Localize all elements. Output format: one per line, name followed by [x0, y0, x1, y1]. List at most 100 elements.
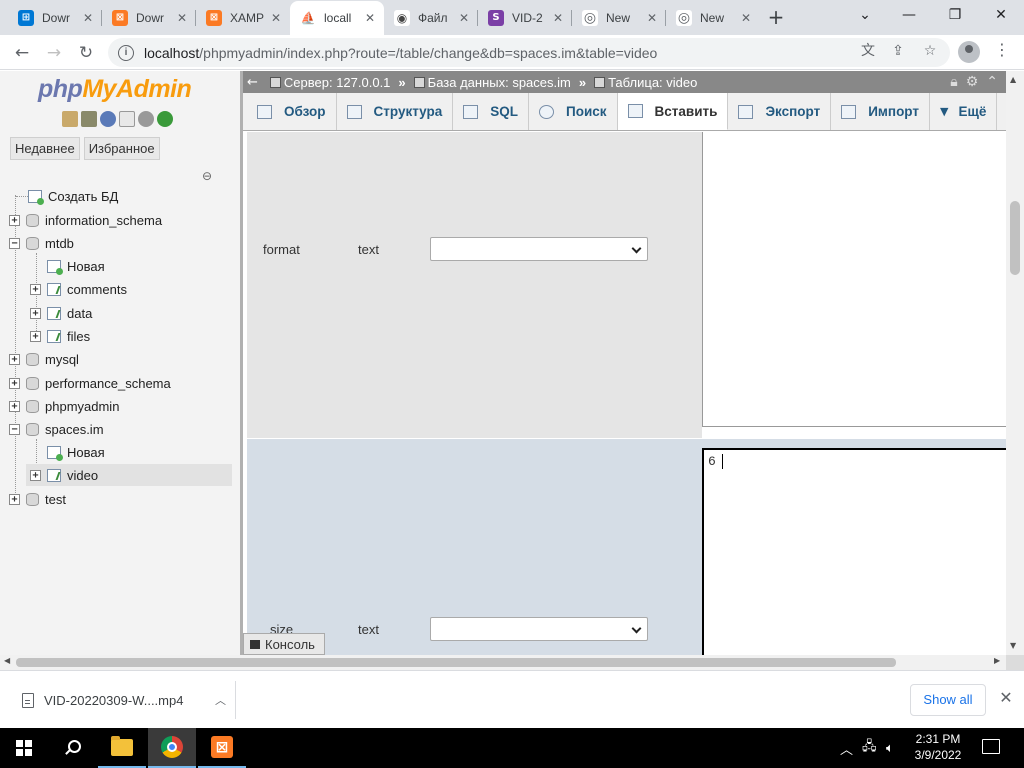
close-tab-icon[interactable]: ✕ [456, 11, 472, 25]
tab-sql[interactable]: SQL [453, 93, 530, 130]
scroll-right-icon[interactable]: ▶ [994, 656, 1000, 665]
tree-db-item[interactable]: + test [9, 488, 66, 510]
tab-insert[interactable]: Вставить [617, 93, 729, 130]
collapse-top-icon[interactable]: ⌃ [986, 74, 998, 90]
function-select[interactable] [430, 617, 648, 641]
collapse-icon[interactable]: − [9, 423, 20, 435]
tab-search-icon[interactable]: ⌄ [842, 0, 888, 32]
browser-tab[interactable]: ◎ New ✕ [666, 2, 760, 33]
url-text[interactable]: localhost/phpmyadmin/index.php?route=/ta… [144, 45, 657, 61]
browser-tab[interactable]: S VID-2 ✕ [478, 2, 572, 33]
forward-button[interactable]: → [40, 39, 68, 67]
browser-tab[interactable]: ⊞ Dowr ✕ [8, 2, 102, 33]
bookmark-star-icon[interactable]: ☆ [920, 41, 940, 61]
xampp-taskbar-button[interactable]: ⊠ [198, 728, 246, 768]
tree-table-item[interactable]: + files [30, 325, 90, 347]
tab-more[interactable]: ▼ Ещё [930, 93, 998, 130]
search-button[interactable] [48, 728, 96, 768]
close-tab-icon[interactable]: ✕ [362, 11, 378, 25]
table-name[interactable]: comments [67, 282, 127, 297]
browser-tab[interactable]: ◉ Файл ✕ [384, 2, 478, 33]
tab-export[interactable]: Экспорт [728, 93, 832, 130]
address-bar[interactable]: i localhost/phpmyadmin/index.php?route=/… [108, 38, 950, 67]
tree-db-item[interactable]: − mtdb [9, 232, 74, 254]
tab-search[interactable]: Поиск [529, 93, 618, 130]
close-tab-icon[interactable]: ✕ [738, 11, 754, 25]
download-filename[interactable]: VID-20220309-W....mp4 [44, 693, 215, 708]
share-icon[interactable]: ⇪ [888, 41, 908, 61]
home-icon[interactable] [62, 111, 78, 127]
help-icon[interactable] [100, 111, 116, 127]
tree-table-item-selected[interactable]: + video [26, 464, 232, 486]
notification-center-icon[interactable] [982, 739, 1000, 754]
expand-icon[interactable]: + [9, 400, 20, 412]
browser-tab[interactable]: ⊠ Dowr ✕ [102, 2, 196, 33]
info-icon[interactable]: i [118, 44, 134, 61]
breadcrumb-table[interactable]: Таблица: video [608, 75, 697, 90]
collapse-icon[interactable]: − [9, 237, 20, 249]
scroll-thumb[interactable] [1010, 201, 1020, 275]
tree-db-item[interactable]: + information_schema [9, 209, 162, 231]
start-button[interactable] [0, 728, 48, 768]
tree-db-item[interactable]: + phpmyadmin [9, 395, 119, 417]
expand-icon[interactable]: + [9, 214, 20, 226]
db-name[interactable]: performance_schema [45, 376, 171, 391]
db-name[interactable]: spaces.im [45, 422, 104, 437]
maximize-button[interactable]: ❐ [932, 0, 978, 32]
recent-tables-tab[interactable]: Недавнее [10, 137, 80, 160]
network-icon[interactable]: 🖧 [862, 728, 877, 768]
vertical-scrollbar[interactable]: ▲ ▼ [1006, 71, 1024, 655]
horizontal-scrollbar[interactable]: ◀ ▶ [0, 655, 1006, 670]
expand-icon[interactable]: + [30, 307, 41, 319]
close-tab-icon[interactable]: ✕ [268, 11, 284, 25]
close-icon[interactable]: ✕ [996, 688, 1016, 707]
breadcrumb-database[interactable]: База данных: spaces.im [428, 75, 571, 90]
lock-icon[interactable]: 🔒︎ [950, 74, 957, 90]
reload-button[interactable]: ↻ [72, 39, 100, 67]
tree-label[interactable]: Новая [67, 259, 105, 274]
function-select[interactable] [430, 237, 648, 261]
minimize-button[interactable]: — [886, 0, 932, 32]
tree-new-table[interactable]: Новая [30, 441, 105, 463]
value-textarea-format[interactable] [702, 132, 1006, 427]
system-clock[interactable]: 2:31 PM 3/9/2022 [902, 731, 974, 763]
tab-structure[interactable]: Структура [337, 93, 454, 130]
chrome-taskbar-button[interactable] [148, 728, 196, 768]
new-tab-button[interactable]: + [764, 6, 788, 28]
db-name[interactable]: test [45, 492, 66, 507]
volume-icon[interactable]: 🔈︎ [886, 728, 894, 768]
browser-tab[interactable]: ⊠ XAMP ✕ [196, 2, 290, 33]
file-explorer-button[interactable] [98, 728, 146, 768]
link-with-main-icon[interactable]: ⊖ [202, 169, 212, 183]
db-name[interactable]: mysql [45, 352, 79, 367]
db-name[interactable]: phpmyadmin [45, 399, 119, 414]
table-name[interactable]: video [67, 468, 98, 483]
tree-table-item[interactable]: + comments [30, 278, 127, 300]
close-window-button[interactable]: ✕ [978, 0, 1024, 32]
scroll-left-icon[interactable]: ◀ [4, 656, 10, 665]
back-button[interactable]: ← [8, 39, 36, 67]
expand-icon[interactable]: + [9, 353, 20, 365]
close-tab-icon[interactable]: ✕ [174, 11, 190, 25]
phpmyadmin-logo[interactable]: phpMyAdmin [38, 75, 192, 104]
expand-icon[interactable]: + [30, 283, 41, 295]
expand-icon[interactable]: + [30, 330, 41, 342]
tree-label[interactable]: Новая [67, 445, 105, 460]
docs-icon[interactable] [119, 111, 135, 127]
scroll-down-icon[interactable]: ▼ [1010, 641, 1016, 650]
browser-tab-active[interactable]: ⛵ locall ✕ [290, 1, 384, 35]
gear-icon[interactable]: ⚙ [966, 74, 979, 90]
expand-icon[interactable]: + [9, 493, 20, 505]
browser-tab[interactable]: ◎ New ✕ [572, 2, 666, 33]
table-name[interactable]: files [67, 329, 90, 344]
value-textarea-size[interactable]: 6 [702, 448, 1006, 655]
collapse-nav-icon[interactable]: ← [247, 75, 258, 90]
show-hidden-icons[interactable]: ︿ [840, 728, 853, 768]
scroll-thumb[interactable] [16, 658, 896, 667]
chrome-menu-icon[interactable]: ⋮ [992, 40, 1012, 59]
expand-icon[interactable]: + [30, 469, 41, 481]
chevron-up-icon[interactable]: ︿ [215, 692, 235, 708]
expand-icon[interactable]: + [9, 377, 20, 389]
close-tab-icon[interactable]: ✕ [644, 11, 660, 25]
table-name[interactable]: data [67, 306, 92, 321]
